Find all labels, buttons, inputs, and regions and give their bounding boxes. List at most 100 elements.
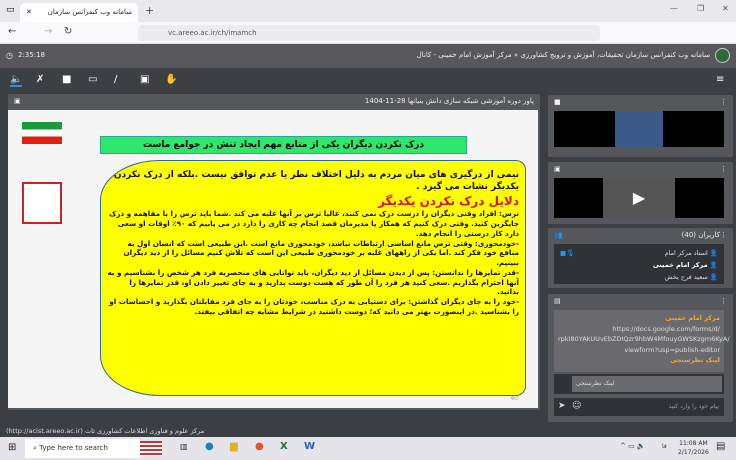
app-title: سامانه وب کنفرانس سازمان تحقیقات، آموزش … — [416, 51, 710, 59]
more-options-icon[interactable]: ⋮ — [720, 297, 727, 305]
slide-body: نیمی از درگیری های میان مردم به دلیل اخت… — [100, 160, 526, 396]
chat-icon: ▤ — [554, 297, 561, 305]
menu-icon[interactable]: ≡ — [716, 74, 724, 85]
presentation-icon: ▣ — [14, 97, 21, 105]
user-icon: 👤 — [709, 261, 718, 269]
slide-intro: نیمی از درگیری های میان مردم به دلیل اخت… — [113, 170, 519, 193]
more-options-icon[interactable]: ⋮ — [720, 165, 727, 173]
flag-icon — [140, 441, 162, 456]
more-options-icon[interactable]: ⋮ — [720, 231, 727, 239]
chat-panel: ▤ ⋮ مرکز امام خمینی https://docs.google.c… — [548, 294, 733, 422]
excel-icon[interactable]: X — [280, 441, 288, 452]
minimize-button[interactable]: — — [670, 4, 678, 13]
slide-paragraph: ترس: افراد وقتی دیگران را درست درک نمی ک… — [108, 209, 519, 238]
system-tray-icons[interactable]: ^ ▭ 🔈 — [620, 442, 646, 450]
presentation-title: پاور دوره آموزشی شبکه سازی دانش بنیانها … — [364, 97, 534, 105]
raise-hand-icon[interactable]: ✋ — [165, 74, 177, 85]
users-icon: 👥 — [554, 231, 563, 239]
slide-page-number: 40 — [510, 395, 518, 402]
close-window-button[interactable]: ✕ — [722, 4, 729, 13]
brush-icon[interactable]: / — [114, 74, 117, 85]
organization-logo — [22, 182, 62, 224]
firefox-icon[interactable]: ● — [255, 441, 264, 452]
user-name: مرکز امام خمینی — [652, 261, 708, 269]
play-icon[interactable]: ▶ — [603, 178, 675, 218]
presentation-header: پاور دوره آموزشی شبکه سازی دانش بنیانها … — [8, 94, 540, 110]
chat-caption: لینک نظرسنجی — [670, 356, 720, 364]
language-indicator[interactable]: فا — [662, 443, 667, 450]
notifications-icon[interactable]: ▤ — [716, 441, 725, 452]
screen-share-icon[interactable]: ▭ — [88, 74, 97, 85]
speaker-icon[interactable]: 🔈 — [10, 74, 23, 87]
slide-paragraph: -خود را به جای دیگران گذاشتن: برای دستیا… — [109, 296, 519, 316]
user-name: سعید فرج بخش — [664, 273, 708, 281]
chat-sender: مرکز امام خمینی — [665, 314, 720, 322]
reload-icon[interactable]: ↻ — [64, 26, 72, 37]
clock-icon: ◷ — [6, 51, 13, 60]
search-placeholder: Type here to search — [39, 444, 108, 452]
user-icon: 👤 — [709, 249, 718, 257]
session-timer: 2:35:18 — [18, 51, 45, 59]
users-title: کاربران (40) — [681, 231, 720, 239]
chat-link[interactable]: https://docs.google.com/forms/d/ — [612, 325, 720, 333]
webcam-header: ■ ⋮ — [548, 95, 733, 111]
user-item[interactable]: 👤 سعید فرج بخش — [560, 271, 718, 283]
chat-message: مرکز امام خمینی https://docs.google.com/… — [554, 310, 730, 372]
send-icon[interactable]: ➤ — [558, 401, 566, 411]
webcam-video[interactable] — [554, 111, 724, 147]
new-tab-button[interactable]: + — [145, 4, 154, 17]
toolbar: 🔈 ✗ ■ ▭ / ▣ ✋ ≡ — [0, 68, 736, 92]
search-icon: ⌕ — [33, 444, 37, 452]
app-header: ◷ 2:35:18 سامانه وب کنفرانس سازمان تحقیق… — [0, 44, 736, 68]
chat-header: ▤ ⋮ — [548, 294, 733, 310]
presenter-video — [615, 111, 663, 147]
task-view-icon[interactable]: ▥ — [180, 442, 188, 451]
chat-link[interactable]: viewform?usp=publish-editor — [624, 346, 720, 354]
users-panel: ⋮ کاربران (40) 👥 👤 استاد مرکز امام 🎙■ 👤 مر… — [548, 228, 733, 288]
browser-tab-bar: ▭ ✕ سامانه وب کنفرانس سازمان + — ❐ ✕ — [0, 0, 736, 22]
emoji-icon[interactable]: ☺ — [572, 401, 581, 411]
word-icon[interactable]: W — [304, 441, 315, 452]
file-explorer-icon[interactable]: ▆ — [230, 441, 238, 452]
chat-input[interactable]: پیام خود را وارد کنید ➤ ☺ — [554, 398, 724, 416]
restore-button[interactable]: ❐ — [697, 4, 704, 13]
back-icon[interactable]: ← — [8, 26, 16, 37]
close-tab-icon[interactable]: ✕ — [26, 8, 32, 16]
chat-placeholder: پیام خود را وارد کنید — [668, 403, 719, 410]
media-video[interactable]: ▶ — [554, 178, 724, 218]
logo — [715, 48, 730, 63]
camera-icon[interactable]: ■ — [62, 74, 71, 85]
camera-icon: ■ — [554, 98, 561, 106]
browser-tab[interactable]: ✕ سامانه وب کنفرانس سازمان — [20, 3, 138, 22]
taskbar-search[interactable]: ⌕ Type here to search — [25, 439, 140, 458]
reply-preview: لینک نظرسنجی — [554, 374, 724, 394]
mic-icon: 🎙■ — [560, 249, 575, 257]
user-item[interactable]: 👤 استاد مرکز امام 🎙■ — [560, 247, 718, 259]
presentation-icon[interactable]: ▣ — [140, 74, 149, 85]
forward-icon[interactable]: → — [44, 26, 52, 37]
user-item[interactable]: 👤 مرکز امام خمینی — [560, 259, 718, 271]
webcam-panel: ■ ⋮ — [548, 95, 733, 157]
slide-paragraph: -قدر تمایزها را ندانستن: پس از دیدن مسائ… — [107, 267, 519, 297]
slide-heading: درک نکردن دیگران یکی از منابع مهم ایجاد … — [100, 136, 467, 154]
clock-time: 11:08 AM — [679, 440, 708, 447]
url-text: vc.areeo.ac.ir/ch/imamch — [168, 29, 257, 37]
chat-link[interactable]: rpkI80YAkUUvEbZDIQzr9hbW4MfouyGWSKzgm6Ky… — [558, 335, 730, 343]
media-panel: ▣ ⋮ ▶ — [548, 162, 733, 224]
mic-off-icon[interactable]: ✗ — [36, 74, 44, 85]
user-name: استاد مرکز امام — [664, 249, 708, 257]
url-input[interactable]: vc.areeo.ac.ir/ch/imamch — [138, 25, 600, 41]
user-icon: 👤 — [709, 273, 718, 281]
reply-text: لینک نظرسنجی — [572, 376, 722, 392]
clock-date: 2/17/2026 — [678, 449, 709, 456]
edge-icon[interactable]: ● — [205, 441, 214, 452]
flag-image — [22, 122, 62, 144]
taskbar: ⊞ ⌕ Type here to search ▥ ● ▆ ● X W ^ ▭ … — [0, 437, 736, 460]
users-list: 👤 استاد مرکز امام 🎙■ 👤 مرکز امام خمینی 👤 … — [554, 244, 724, 284]
tab-list-icon[interactable]: ▭ — [6, 5, 15, 15]
clock[interactable]: 11:08 AM 2/17/2026 — [678, 439, 709, 457]
slide-paragraph: -خودمحوری: وقتی ترس مانع اساسی ارتباطات … — [123, 238, 520, 268]
more-options-icon[interactable]: ⋮ — [720, 98, 727, 106]
slide-subtitle: دلایل درک نکردن یکدیگر — [378, 194, 519, 209]
windows-start-icon[interactable]: ⊞ — [8, 442, 16, 453]
